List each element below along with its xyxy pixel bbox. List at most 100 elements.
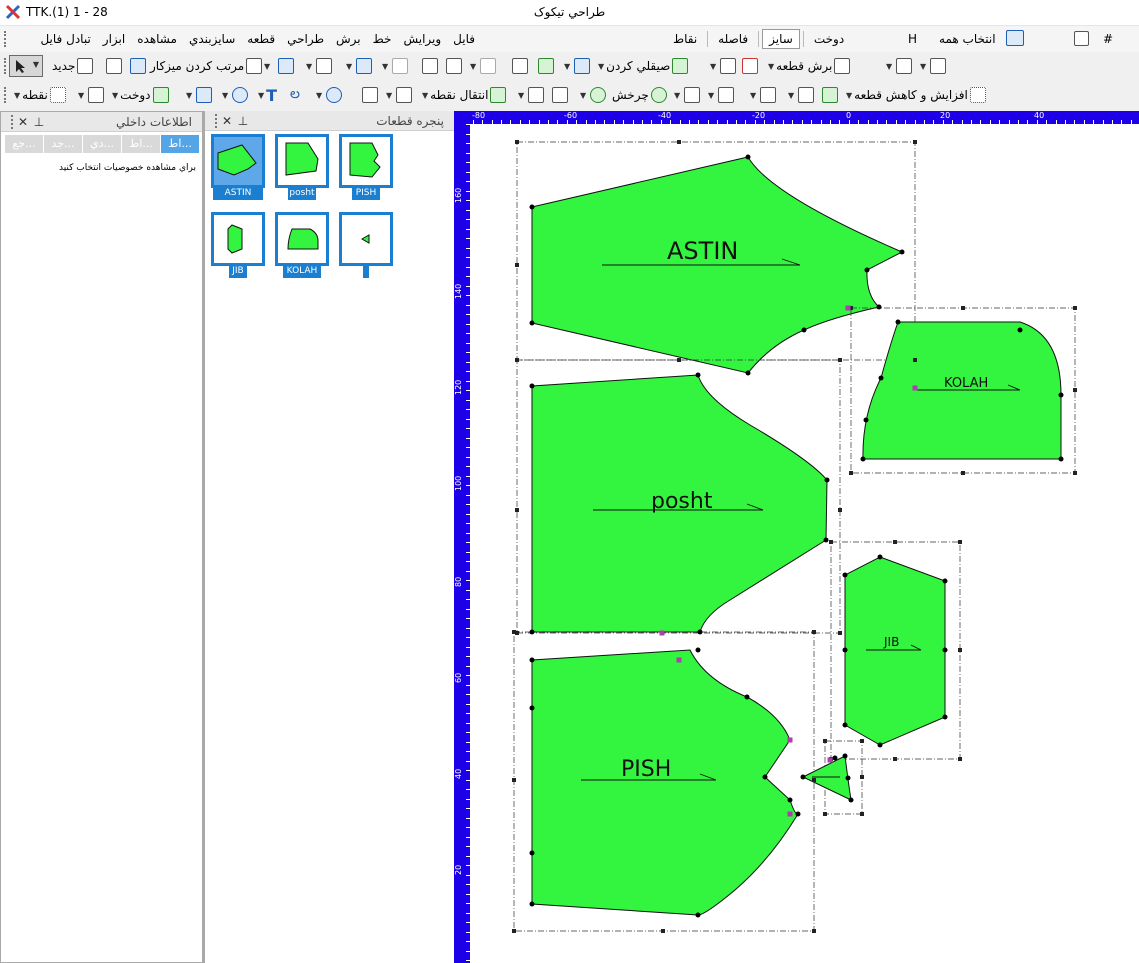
pen-tool-button[interactable]: ▼ (184, 86, 214, 104)
control-point[interactable] (529, 901, 535, 907)
control-point[interactable] (832, 755, 838, 761)
bounding-handle[interactable] (515, 508, 519, 512)
menu-item[interactable]: ابزار (97, 32, 131, 46)
piece-thumbnail[interactable] (339, 212, 393, 266)
bounding-handle[interactable] (958, 540, 962, 544)
cut-piece-button[interactable]: برش قطعه ▼ (766, 57, 852, 75)
bounding-handle[interactable] (961, 471, 965, 475)
resize-piece-button[interactable]: افزايش و كاهش قطعه ▼ (844, 86, 988, 104)
delete-button[interactable] (360, 86, 380, 104)
mode-button[interactable]: نقاط (666, 29, 704, 49)
control-point[interactable] (895, 319, 901, 325)
mirror-button[interactable] (536, 57, 556, 75)
bounding-handle[interactable] (838, 358, 842, 362)
control-point[interactable] (795, 811, 801, 817)
select-all-label[interactable]: انتخاب همه (935, 32, 1000, 46)
control-point[interactable] (842, 722, 848, 728)
bounding-handle[interactable] (893, 540, 897, 544)
align-button[interactable]: ▼ (672, 86, 702, 104)
piece-thumbnail[interactable] (211, 212, 265, 266)
jib-shape[interactable] (844, 556, 946, 746)
tag-button[interactable] (276, 57, 296, 75)
shape-button[interactable]: ▼ (918, 57, 948, 75)
piece-small[interactable] (801, 740, 863, 815)
menu-grip[interactable] (4, 31, 7, 47)
move-point-button[interactable]: انتقال نقطه ▼ (420, 86, 508, 104)
control-point[interactable] (842, 647, 848, 653)
toolbar-grip[interactable] (4, 87, 7, 103)
piece-thumbnail-label[interactable]: JIB (229, 264, 247, 278)
tshirt-button[interactable]: ▼ (786, 86, 816, 104)
grid-toggle[interactable]: # (1072, 31, 1113, 46)
control-point[interactable] (877, 554, 883, 560)
control-point[interactable] (823, 537, 829, 543)
close-icon[interactable]: ✕ (219, 114, 235, 128)
menu-item[interactable]: تبادل فايل (34, 32, 96, 46)
control-point[interactable] (745, 154, 751, 160)
panel-grip[interactable] (215, 113, 219, 128)
bounding-handle[interactable] (1073, 306, 1077, 310)
menu-item[interactable]: خط (367, 32, 398, 46)
bounding-handle[interactable] (661, 929, 665, 933)
bounding-handle[interactable] (812, 778, 816, 782)
piece-kolah[interactable]: KOLAH (850, 307, 1076, 474)
bounding-handle[interactable] (829, 540, 833, 544)
toolbar-grip[interactable] (4, 58, 7, 74)
piece-thumbnail-label[interactable]: PISH (352, 186, 380, 200)
lasso-button[interactable]: ▼ (314, 86, 344, 104)
control-point[interactable] (942, 647, 948, 653)
bounding-handle[interactable] (860, 739, 864, 743)
control-point[interactable] (529, 204, 535, 210)
control-point[interactable] (863, 417, 869, 423)
control-point[interactable] (842, 572, 848, 578)
bounding-handle[interactable] (958, 757, 962, 761)
control-point[interactable] (848, 797, 854, 803)
control-point[interactable] (824, 477, 830, 483)
bounding-handle[interactable] (515, 358, 519, 362)
line-tool-button[interactable] (510, 57, 530, 75)
control-point[interactable] (842, 753, 848, 759)
bounding-handle[interactable] (515, 263, 519, 267)
bounding-handle[interactable] (677, 140, 681, 144)
control-point[interactable] (529, 320, 535, 326)
text-tool-button[interactable]: T ▼ (256, 86, 277, 105)
frame-button[interactable] (550, 86, 570, 104)
curve-tool-button[interactable]: ▼ (708, 57, 738, 75)
control-point[interactable] (695, 647, 701, 653)
copy-button[interactable] (444, 57, 464, 75)
bounding-handle[interactable] (812, 929, 816, 933)
control-point[interactable] (877, 742, 883, 748)
small-piece-shape[interactable] (801, 755, 852, 801)
control-point[interactable] (1058, 456, 1064, 462)
control-point[interactable] (529, 657, 535, 663)
control-point[interactable] (745, 370, 751, 376)
mode-button[interactable]: سايز (762, 29, 800, 49)
control-point[interactable] (860, 456, 866, 462)
h-button[interactable]: H (904, 32, 921, 46)
control-point[interactable] (529, 383, 535, 389)
bounding-handle[interactable] (838, 631, 842, 635)
save-button[interactable] (128, 57, 148, 75)
info-tab[interactable]: ...جد (43, 135, 82, 153)
button-tool[interactable]: ▼ (220, 86, 250, 104)
bounding-handle[interactable] (849, 471, 853, 475)
arrange-dropdown[interactable]: ▼ (262, 57, 272, 75)
control-point[interactable] (878, 375, 884, 381)
pin-icon[interactable]: ⊥ (31, 115, 47, 129)
control-point[interactable] (529, 850, 535, 856)
bounding-handle[interactable] (958, 648, 962, 652)
checkbox-icon[interactable] (1074, 31, 1089, 46)
rotate-button[interactable]: چرخش (612, 86, 669, 104)
control-point[interactable] (942, 578, 948, 584)
info-tab[interactable]: ...اط (121, 135, 160, 153)
undo-button[interactable]: ▼ (344, 57, 374, 75)
bounding-handle[interactable] (1073, 471, 1077, 475)
control-point[interactable] (695, 372, 701, 378)
piece-pish[interactable]: PISH (513, 631, 815, 932)
paste-button[interactable]: ▼ (468, 57, 498, 75)
bounding-handle[interactable] (860, 812, 864, 816)
menu-item[interactable]: برش (330, 32, 367, 46)
chevron-down-icon[interactable]: ▼ (33, 60, 39, 69)
piece-posht[interactable]: posht (516, 359, 841, 634)
control-point[interactable] (801, 327, 807, 333)
